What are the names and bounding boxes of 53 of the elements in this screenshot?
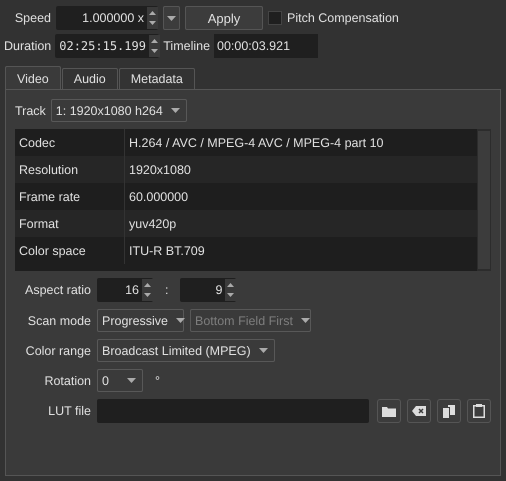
copy-icon bbox=[443, 404, 455, 418]
ratio-separator: : bbox=[164, 283, 170, 297]
aspect-ratio-label: Aspect ratio bbox=[24, 283, 91, 297]
degree-unit: ° bbox=[154, 374, 160, 388]
scan-mode-label: Scan mode bbox=[26, 314, 91, 328]
property-value: 60.000000 bbox=[128, 188, 190, 206]
lut-file-label: LUT file bbox=[47, 404, 91, 418]
caret-icon bbox=[300, 318, 310, 323]
open-folder-button[interactable] bbox=[377, 399, 401, 423]
speed-field[interactable]: 1.000000 x bbox=[56, 6, 158, 30]
aspect-width-field[interactable]: 16 bbox=[97, 278, 153, 302]
backspace-icon bbox=[412, 406, 426, 416]
pitch-compensation-checkbox[interactable] bbox=[268, 11, 282, 25]
aspect-height-field[interactable]: 9 bbox=[180, 278, 236, 302]
duration-label: Duration bbox=[4, 39, 52, 53]
lut-file-field[interactable] bbox=[97, 399, 369, 423]
paste-button[interactable] bbox=[467, 399, 491, 423]
property-name: Color space bbox=[15, 237, 125, 264]
clipboard-icon bbox=[473, 404, 485, 418]
spin-arrows-icon[interactable] bbox=[147, 7, 158, 29]
pitch-compensation-label: Pitch Compensation bbox=[287, 11, 399, 25]
tab[interactable]: Video bbox=[5, 66, 61, 90]
track-dropdown[interactable]: 1: 1920x1080 h264 bbox=[50, 99, 187, 122]
scan-mode-dropdown[interactable]: Progressive bbox=[97, 309, 184, 332]
caret-icon bbox=[167, 16, 176, 20]
copy-button[interactable] bbox=[437, 399, 461, 423]
caret-icon bbox=[127, 378, 136, 383]
property-value: ITU-R BT.709 bbox=[128, 242, 206, 260]
track-label: Track bbox=[15, 104, 46, 118]
spin-arrows-icon[interactable] bbox=[142, 279, 153, 301]
tab[interactable]: Metadata bbox=[118, 68, 195, 90]
property-value: 1920x1080 bbox=[128, 162, 192, 178]
property-value: H.264 / AVC / MPEG-4 AVC / MPEG-4 part 10 bbox=[128, 134, 384, 152]
spin-arrows-icon[interactable] bbox=[225, 279, 236, 301]
rotation-dropdown[interactable]: 0 bbox=[97, 369, 143, 392]
apply-button[interactable]: Apply bbox=[185, 6, 263, 30]
property-value: yuv420p bbox=[128, 216, 178, 233]
speed-dropdown-button[interactable] bbox=[163, 6, 180, 30]
timeline-field[interactable]: 00:00:03.921 bbox=[214, 34, 318, 58]
scrollbar[interactable] bbox=[477, 129, 491, 271]
spin-arrows-icon[interactable] bbox=[148, 35, 160, 57]
folder-icon bbox=[382, 406, 396, 416]
rotation-label: Rotation bbox=[43, 374, 91, 388]
speed-label: Speed bbox=[14, 11, 51, 25]
caret-icon bbox=[170, 108, 180, 113]
duration-field[interactable]: 02:25:15.199 bbox=[55, 34, 160, 58]
timeline-label: Timeline bbox=[163, 39, 210, 53]
clear-button[interactable] bbox=[407, 399, 431, 423]
color-range-dropdown[interactable]: Broadcast Limited (MPEG) bbox=[97, 339, 275, 362]
caret-icon bbox=[258, 348, 268, 353]
color-range-label: Color range bbox=[24, 344, 91, 358]
caret-icon bbox=[176, 318, 185, 323]
tab[interactable]: Audio bbox=[62, 68, 118, 90]
